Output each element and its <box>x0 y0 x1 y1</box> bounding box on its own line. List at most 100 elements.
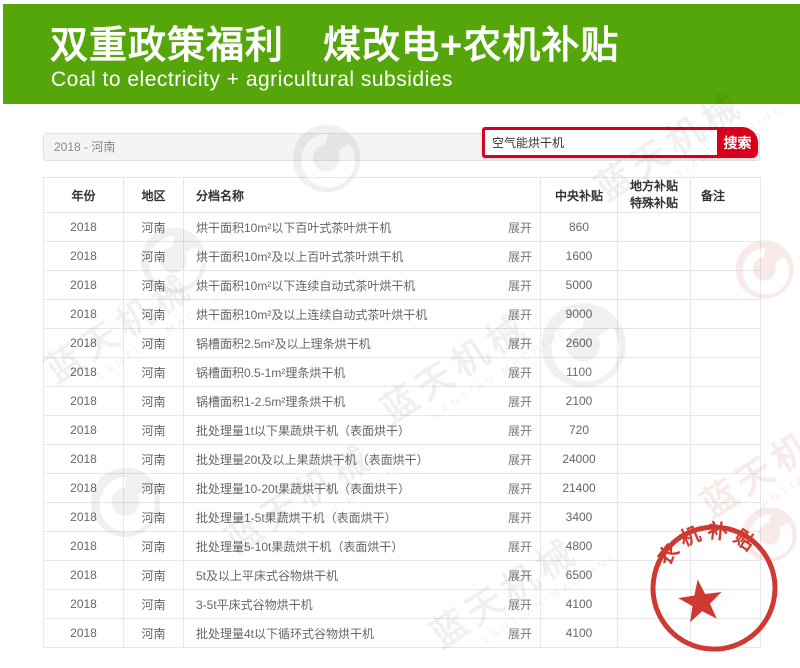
cell-year: 2018 <box>44 503 124 532</box>
search-button[interactable]: 搜索 <box>717 127 758 158</box>
cell-name-text: 锅槽面积0.5-1m²理条烘干机 <box>196 366 345 380</box>
column-header-name: 分档名称 <box>184 178 541 213</box>
cell-region: 河南 <box>124 561 184 590</box>
cell-central-subsidy: 9000 <box>541 300 618 329</box>
expand-link[interactable]: 展开 <box>508 219 532 236</box>
cell-year: 2018 <box>44 474 124 503</box>
cell-note <box>691 271 761 300</box>
subsidy-table-body: 2018 河南 展开 烘干面积10m²以下百叶式茶叶烘干机 860 2018 河… <box>44 213 761 648</box>
cell-region: 河南 <box>124 619 184 648</box>
search-input[interactable] <box>485 130 717 155</box>
expand-link[interactable]: 展开 <box>508 509 532 526</box>
cell-region: 河南 <box>124 242 184 271</box>
cell-name-text: 烘干面积10m²以下连续自动式茶叶烘干机 <box>196 279 415 293</box>
expand-link[interactable]: 展开 <box>508 393 532 410</box>
table-row: 2018 河南 展开 烘干面积10m²及以上连续自动式茶叶烘干机 9000 <box>44 300 761 329</box>
cell-name: 展开 批处理量20t及以上果蔬烘干机（表面烘干） <box>184 445 541 474</box>
table-row: 2018 河南 展开 批处理量1-5t果蔬烘干机（表面烘干） 3400 <box>44 503 761 532</box>
cell-region: 河南 <box>124 445 184 474</box>
table-row: 2018 河南 展开 5t及以上平床式谷物烘干机 6500 <box>44 561 761 590</box>
cell-central-subsidy: 21400 <box>541 474 618 503</box>
expand-link[interactable]: 展开 <box>508 596 532 613</box>
cell-note <box>691 300 761 329</box>
cell-region: 河南 <box>124 300 184 329</box>
cell-region: 河南 <box>124 532 184 561</box>
cell-name: 展开 批处理量1t以下果蔬烘干机（表面烘干） <box>184 416 541 445</box>
column-header-local-line2: 特殊补贴 <box>630 196 678 210</box>
cell-central-subsidy: 2600 <box>541 329 618 358</box>
expand-link[interactable]: 展开 <box>508 277 532 294</box>
column-header-local-subsidy: 地方补贴 特殊补贴 <box>618 178 691 213</box>
expand-link[interactable]: 展开 <box>508 422 532 439</box>
expand-link[interactable]: 展开 <box>508 625 532 642</box>
cell-name-text: 锅槽面积2.5m²及以上理条烘干机 <box>196 337 371 351</box>
cell-central-subsidy: 4800 <box>541 532 618 561</box>
table-row: 2018 河南 展开 锅槽面积0.5-1m²理条烘干机 1100 <box>44 358 761 387</box>
expand-link[interactable]: 展开 <box>508 451 532 468</box>
banner-title: 双重政策福利 煤改电+农机补贴 <box>50 14 619 69</box>
cell-name: 展开 3-5t平床式谷物烘干机 <box>184 590 541 619</box>
cell-name-text: 批处理量10-20t果蔬烘干机（表面烘干） <box>196 482 410 496</box>
cell-local-subsidy <box>618 503 691 532</box>
table-row: 2018 河南 展开 批处理量1t以下果蔬烘干机（表面烘干） 720 <box>44 416 761 445</box>
expand-link[interactable]: 展开 <box>508 248 532 265</box>
cell-year: 2018 <box>44 416 124 445</box>
cell-name-text: 烘干面积10m²及以上连续自动式茶叶烘干机 <box>196 308 427 322</box>
filter-breadcrumb: 2018 - 河南 <box>54 134 115 160</box>
cell-name-text: 批处理量5-10t果蔬烘干机（表面烘干） <box>196 540 403 554</box>
cell-central-subsidy: 2100 <box>541 387 618 416</box>
cell-central-subsidy: 24000 <box>541 445 618 474</box>
cell-name-text: 批处理量20t及以上果蔬烘干机（表面烘干） <box>196 453 429 467</box>
cell-region: 河南 <box>124 213 184 242</box>
cell-central-subsidy: 860 <box>541 213 618 242</box>
cell-note <box>691 619 761 648</box>
cell-year: 2018 <box>44 561 124 590</box>
cell-name-text: 烘干面积10m²以下百叶式茶叶烘干机 <box>196 221 391 235</box>
cell-note <box>691 445 761 474</box>
banner-subtitle: Coal to electricity + agricultural subsi… <box>51 68 453 92</box>
table-row: 2018 河南 展开 烘干面积10m²以下连续自动式茶叶烘干机 5000 <box>44 271 761 300</box>
promo-banner: 双重政策福利 煤改电+农机补贴 Coal to electricity + ag… <box>3 4 800 104</box>
cell-year: 2018 <box>44 358 124 387</box>
cell-local-subsidy <box>618 474 691 503</box>
cell-name: 展开 烘干面积10m²及以上连续自动式茶叶烘干机 <box>184 300 541 329</box>
column-header-region: 地区 <box>124 178 184 213</box>
cell-central-subsidy: 4100 <box>541 619 618 648</box>
cell-name: 展开 烘干面积10m²以下百叶式茶叶烘干机 <box>184 213 541 242</box>
expand-link[interactable]: 展开 <box>508 480 532 497</box>
table-row: 2018 河南 展开 烘干面积10m²及以上百叶式茶叶烘干机 1600 <box>44 242 761 271</box>
cell-name: 展开 5t及以上平床式谷物烘干机 <box>184 561 541 590</box>
cell-region: 河南 <box>124 271 184 300</box>
expand-link[interactable]: 展开 <box>508 306 532 323</box>
cell-year: 2018 <box>44 590 124 619</box>
expand-link[interactable]: 展开 <box>508 567 532 584</box>
column-header-note: 备注 <box>691 178 761 213</box>
cell-name: 展开 批处理量1-5t果蔬烘干机（表面烘干） <box>184 503 541 532</box>
cell-central-subsidy: 4100 <box>541 590 618 619</box>
cell-note <box>691 387 761 416</box>
table-row: 2018 河南 展开 批处理量5-10t果蔬烘干机（表面烘干） 4800 <box>44 532 761 561</box>
cell-region: 河南 <box>124 329 184 358</box>
table-row: 2018 河南 展开 批处理量10-20t果蔬烘干机（表面烘干） 21400 <box>44 474 761 503</box>
cell-note <box>691 242 761 271</box>
cell-note <box>691 561 761 590</box>
cell-region: 河南 <box>124 503 184 532</box>
cell-year: 2018 <box>44 619 124 648</box>
cell-local-subsidy <box>618 358 691 387</box>
cell-region: 河南 <box>124 590 184 619</box>
cell-name-text: 烘干面积10m²及以上百叶式茶叶烘干机 <box>196 250 403 264</box>
cell-name: 展开 锅槽面积2.5m²及以上理条烘干机 <box>184 329 541 358</box>
column-header-central-subsidy: 中央补贴 <box>541 178 618 213</box>
cell-year: 2018 <box>44 213 124 242</box>
expand-link[interactable]: 展开 <box>508 538 532 555</box>
expand-link[interactable]: 展开 <box>508 364 532 381</box>
cell-note <box>691 474 761 503</box>
cell-name: 展开 批处理量10-20t果蔬烘干机（表面烘干） <box>184 474 541 503</box>
subsidy-table: 年份 地区 分档名称 中央补贴 地方补贴 特殊补贴 备注 2018 河南 展开 … <box>43 177 761 648</box>
cell-central-subsidy: 1600 <box>541 242 618 271</box>
cell-local-subsidy <box>618 532 691 561</box>
expand-link[interactable]: 展开 <box>508 335 532 352</box>
cell-central-subsidy: 5000 <box>541 271 618 300</box>
table-row: 2018 河南 展开 锅槽面积1-2.5m²理条烘干机 2100 <box>44 387 761 416</box>
cell-region: 河南 <box>124 358 184 387</box>
